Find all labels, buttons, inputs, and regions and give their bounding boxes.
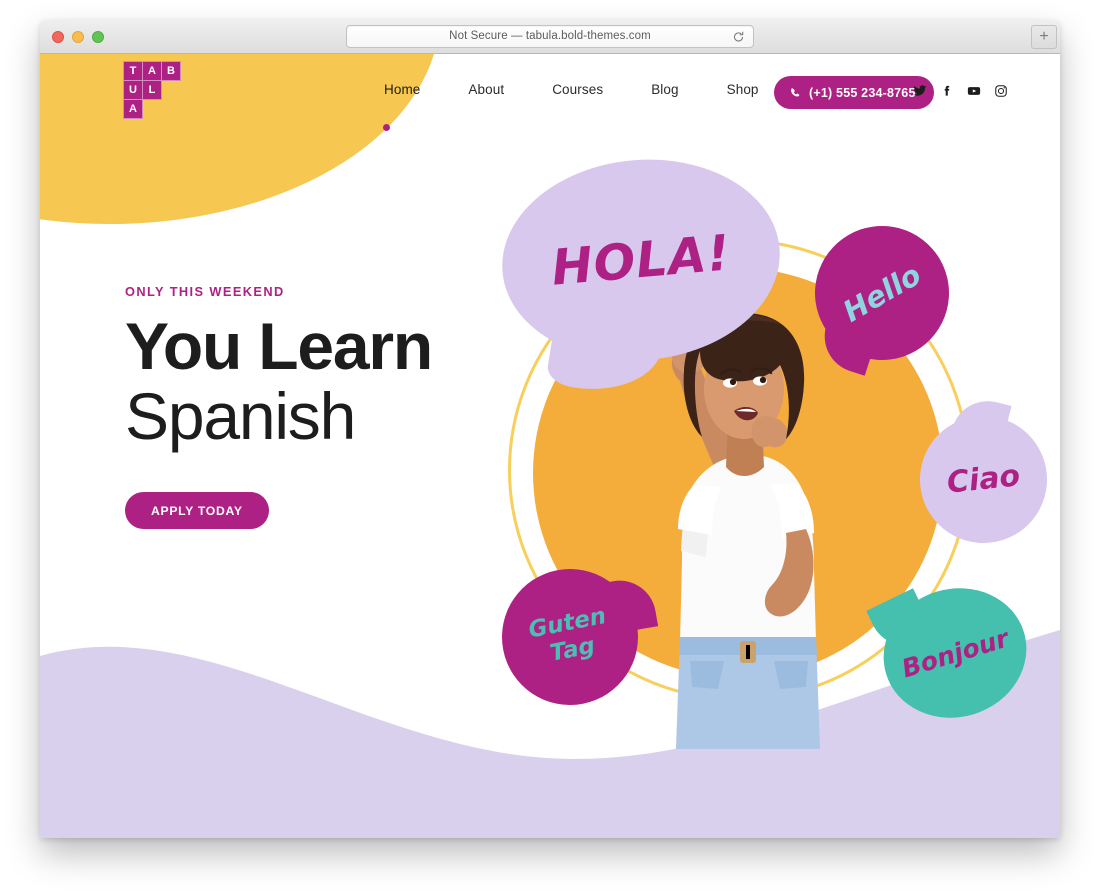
hero-headline-light: Spanish	[125, 379, 356, 454]
nav-item-courses[interactable]: Courses	[528, 82, 627, 97]
window-controls	[52, 31, 104, 43]
logo-tile-a1: A	[142, 61, 162, 81]
instagram-icon[interactable]	[994, 84, 1008, 98]
nav-item-shop[interactable]: Shop	[703, 82, 783, 97]
logo-tile-l: L	[142, 80, 162, 100]
logo-tile-b: B	[161, 61, 181, 81]
hero-copy: ONLY THIS WEEKEND You Learn Spanish APPL…	[125, 284, 433, 530]
phone-number-label: (+1) 555 234-8765	[809, 85, 916, 100]
bubble-guten-tag-text: Guten Tag	[526, 603, 613, 671]
logo-tile-t: T	[123, 61, 143, 81]
site-logo[interactable]: T A B U L A	[123, 61, 185, 119]
twitter-icon[interactable]	[913, 84, 927, 98]
youtube-icon[interactable]	[967, 84, 981, 98]
browser-titlebar: Not Secure — tabula.bold-themes.com +	[40, 20, 1060, 54]
new-tab-button[interactable]: +	[1031, 25, 1057, 49]
hero-headline-bold: You Learn	[125, 309, 433, 383]
address-bar-text: Not Secure — tabula.bold-themes.com	[449, 30, 651, 42]
logo-tile-a2: A	[123, 99, 143, 119]
close-window-button[interactable]	[52, 31, 64, 43]
maximize-window-button[interactable]	[92, 31, 104, 43]
address-bar[interactable]: Not Secure — tabula.bold-themes.com	[346, 25, 754, 48]
apply-today-button[interactable]: APPLY TODAY	[125, 492, 269, 530]
site-header: T A B U L A Home About Courses Blog Shop…	[40, 54, 1060, 146]
hero-eyebrow: ONLY THIS WEEKEND	[125, 284, 285, 299]
bubble-ciao-text: Ciao	[945, 457, 1022, 501]
nav-item-home[interactable]: Home	[360, 82, 444, 97]
facebook-icon[interactable]	[940, 84, 954, 98]
browser-window: Not Secure — tabula.bold-themes.com + HO…	[40, 20, 1060, 838]
page-viewport: HOLA! Hello Ciao Guten Tag Bonjour ONLY …	[40, 54, 1060, 838]
bubble-hola-text: HOLA!	[549, 223, 733, 297]
nav-item-blog[interactable]: Blog	[627, 82, 702, 97]
nav-item-about[interactable]: About	[444, 82, 528, 97]
social-links	[913, 84, 1008, 98]
reload-icon[interactable]	[732, 30, 745, 44]
logo-tile-u: U	[123, 80, 143, 100]
phone-icon	[791, 87, 800, 96]
bubble-bonjour-text: Bonjour	[898, 623, 1012, 683]
bubble-hello-text: Hello	[836, 256, 927, 329]
minimize-window-button[interactable]	[72, 31, 84, 43]
phone-cta-button[interactable]: (+1) 555 234-8765	[774, 76, 934, 109]
hero-visual: HOLA! Hello Ciao Guten Tag Bonjour	[470, 74, 1060, 774]
